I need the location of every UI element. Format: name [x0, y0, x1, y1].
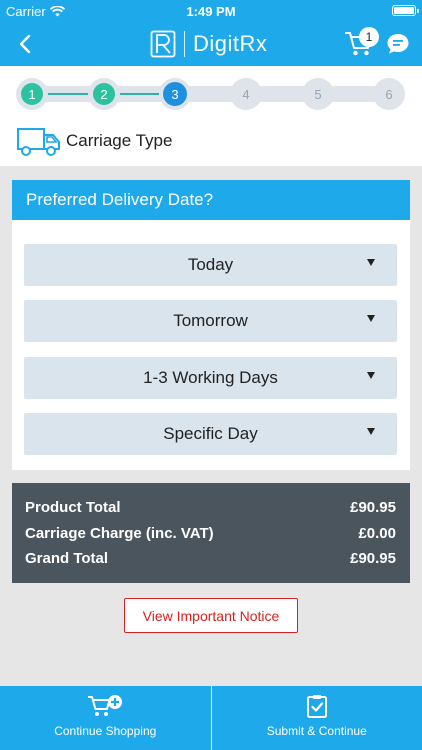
brand-name: DigitRx	[193, 31, 268, 56]
bottom-action-bar: Continue Shopping Submit & Continue	[0, 686, 422, 750]
continue-shopping-label: Continue Shopping	[54, 724, 157, 738]
logo-divider	[184, 31, 185, 57]
rx-logo-icon	[150, 30, 176, 58]
delivery-van-icon	[17, 128, 60, 156]
view-important-notice-button[interactable]: View Important Notice	[124, 598, 298, 633]
submit-continue-label: Submit & Continue	[266, 724, 367, 738]
clipboard-check-icon	[306, 695, 327, 718]
continue-shopping-button[interactable]: Continue Shopping	[0, 686, 211, 750]
delivery-option-tomorrow[interactable]: Tomorrow	[24, 300, 397, 342]
carriage-charge-row: Carriage Charge (inc. VAT) £0.00	[25, 525, 396, 542]
back-button[interactable]	[10, 28, 40, 60]
step-2-label: 2	[93, 83, 115, 105]
step-5: 5	[302, 78, 334, 110]
delivery-date-heading: Preferred Delivery Date?	[12, 180, 410, 220]
caret-down-icon	[367, 315, 375, 322]
brand-logo: DigitRx	[150, 28, 267, 60]
chevron-left-icon	[19, 35, 31, 53]
grand-total-label: Grand Total	[25, 550, 109, 567]
delivery-option-today[interactable]: Today	[24, 244, 397, 286]
product-total-row: Product Total £90.95	[25, 499, 396, 516]
product-total-value: £90.95	[350, 499, 396, 516]
delivery-option-label: Specific Day	[163, 424, 258, 443]
step-3-label: 3	[163, 82, 187, 106]
carriage-charge-label: Carriage Charge (inc. VAT)	[25, 525, 214, 542]
cart-count-badge: 1	[359, 27, 379, 47]
cart-add-icon	[88, 695, 123, 716]
caret-down-icon	[367, 372, 375, 379]
grand-total-row: Grand Total £90.95	[25, 550, 396, 567]
delivery-option-label: Tomorrow	[173, 311, 248, 330]
chat-button[interactable]	[386, 32, 410, 56]
step-3: 3	[159, 78, 191, 110]
status-bar: Carrier 1:49 PM	[0, 0, 422, 22]
delivery-option-working-days[interactable]: 1-3 Working Days	[24, 357, 397, 399]
delivery-option-label: Today	[187, 255, 234, 274]
step-indicator: 1 2 3 4 5 6	[14, 78, 408, 110]
delivery-date-card: Preferred Delivery Date? Today Tomorrow …	[12, 180, 410, 470]
step-4: 4	[230, 78, 262, 110]
delivery-option-label: 1-3 Working Days	[143, 368, 278, 387]
submit-continue-button[interactable]: Submit & Continue	[210, 686, 422, 750]
delivery-option-specific-day[interactable]: Specific Day	[24, 413, 397, 455]
section-title: Carriage Type	[66, 131, 173, 150]
step-6: 6	[373, 78, 405, 110]
checkout-progress: 1 2 3 4 5 6 Carriage Type	[0, 66, 422, 166]
step-1-label: 1	[21, 83, 43, 105]
chat-icon	[387, 34, 409, 54]
carriage-charge-value: £0.00	[358, 525, 396, 542]
battery-icon	[392, 5, 419, 16]
caret-down-icon	[367, 428, 375, 435]
step-1: 1	[16, 78, 48, 110]
status-time: 1:49 PM	[186, 4, 236, 19]
order-totals: Product Total £90.95 Carriage Charge (in…	[12, 483, 410, 583]
nav-bar: DigitRx 1	[0, 22, 422, 66]
section-header: Carriage Type	[16, 124, 172, 158]
step-2: 2	[88, 78, 120, 110]
grand-total-value: £90.95	[350, 550, 396, 567]
product-total-label: Product Total	[25, 499, 121, 516]
caret-down-icon	[367, 259, 375, 266]
